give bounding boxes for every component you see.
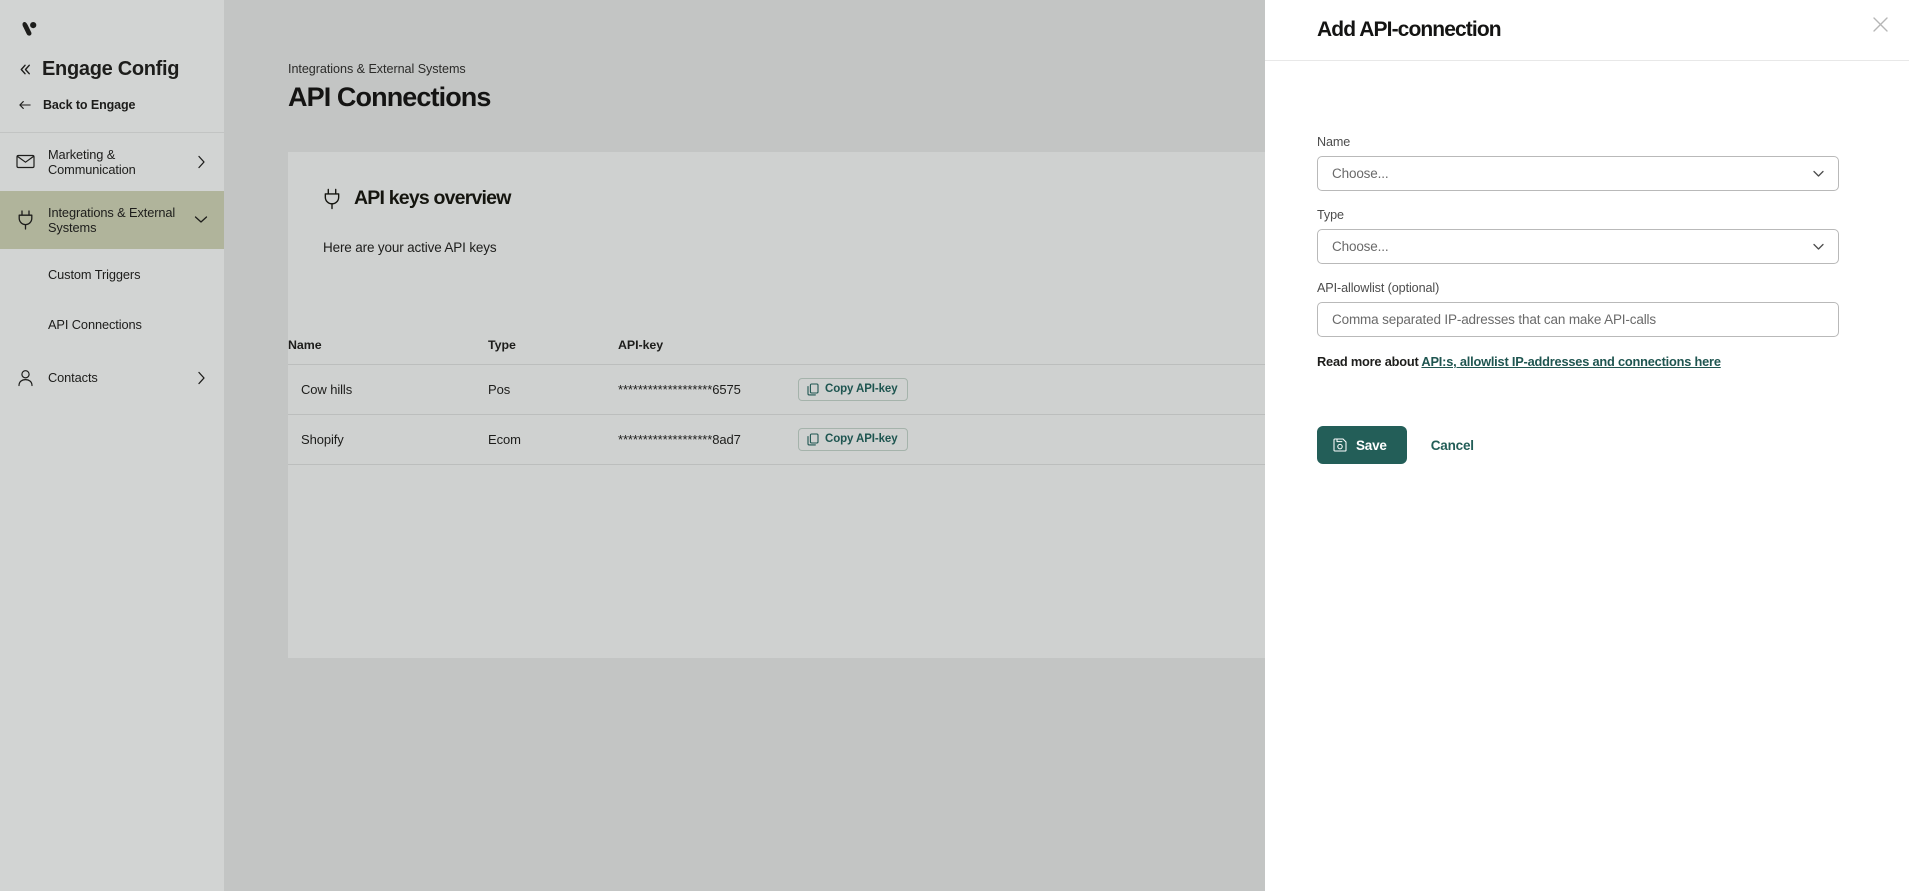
- chevron-down-icon: [194, 215, 208, 224]
- cell-copy-action: Copy API-key: [798, 364, 958, 414]
- app-logo[interactable]: [18, 14, 206, 48]
- vaimo-logo-icon: [18, 20, 46, 42]
- chevron-down-icon: [1811, 239, 1826, 254]
- back-to-engage-label: Back to Engage: [43, 98, 135, 112]
- chevron-down-icon: [1811, 166, 1826, 181]
- cell-type: Pos: [488, 364, 618, 414]
- save-button-label: Save: [1356, 438, 1387, 453]
- cell-name: Shopify: [288, 414, 488, 464]
- copy-api-key-label: Copy API-key: [825, 433, 898, 445]
- name-select-value: Choose...: [1332, 166, 1811, 181]
- card-title: API keys overview: [354, 187, 511, 210]
- copy-api-key-label: Copy API-key: [825, 383, 898, 395]
- field-api-allowlist: API-allowlist (optional): [1317, 281, 1861, 337]
- copy-api-key-button[interactable]: Copy API-key: [798, 378, 908, 401]
- type-select-value: Choose...: [1332, 239, 1811, 254]
- app-root: Engage Config Back to Engage Marketing &…: [0, 0, 1909, 891]
- sidebar-title: Engage Config: [42, 58, 179, 81]
- plug-icon: [323, 188, 341, 210]
- sidebar-item-marketing-communication[interactable]: Marketing & Communication: [0, 133, 224, 191]
- copy-api-key-button[interactable]: Copy API-key: [798, 428, 908, 451]
- column-header-type: Type: [488, 330, 618, 364]
- sidebar-item-custom-triggers[interactable]: Custom Triggers: [0, 249, 224, 299]
- field-type: Type Choose...: [1317, 208, 1861, 264]
- column-header-name: Name: [288, 330, 488, 364]
- save-button[interactable]: Save: [1317, 426, 1407, 464]
- page-title: API Connections: [288, 82, 491, 113]
- chevron-right-icon: [194, 371, 208, 385]
- envelope-icon: [14, 154, 36, 169]
- copy-icon: [807, 433, 819, 446]
- sidebar-header: Engage Config Back to Engage: [0, 0, 224, 132]
- sidebar-item-contacts[interactable]: Contacts: [0, 349, 224, 407]
- double-chevron-left-icon[interactable]: [18, 62, 33, 77]
- column-header-actions: [798, 330, 958, 364]
- cell-api-key: *******************8ad7: [618, 414, 798, 464]
- cell-name: Cow hills: [288, 364, 488, 414]
- type-select[interactable]: Choose...: [1317, 229, 1839, 264]
- breadcrumb: Integrations & External Systems: [288, 62, 466, 76]
- cancel-button[interactable]: Cancel: [1417, 426, 1488, 464]
- sidebar-item-api-connections[interactable]: API Connections: [0, 299, 224, 349]
- sidebar-item-label: API Connections: [48, 317, 224, 332]
- field-label-type: Type: [1317, 208, 1861, 222]
- cell-type: Ecom: [488, 414, 618, 464]
- sidebar-item-label: Integrations & External Systems: [48, 205, 182, 235]
- cell-copy-action: Copy API-key: [798, 414, 958, 464]
- copy-icon: [807, 383, 819, 396]
- api-allowlist-input[interactable]: [1332, 312, 1826, 327]
- sidebar-nav: Marketing & Communication Integrations &…: [0, 133, 224, 407]
- arrow-left-icon: [18, 99, 32, 111]
- sidebar-item-label: Contacts: [48, 370, 182, 385]
- close-icon[interactable]: [1869, 13, 1891, 35]
- api-allowlist-input-wrap[interactable]: [1317, 302, 1839, 337]
- cell-api-key: *******************6575: [618, 364, 798, 414]
- panel-header: Add API-connection: [1265, 0, 1909, 61]
- field-label-name: Name: [1317, 135, 1861, 149]
- field-name: Name Choose...: [1317, 135, 1861, 191]
- plug-icon: [14, 210, 36, 230]
- column-header-api-key: API-key: [618, 330, 798, 364]
- back-to-engage-link[interactable]: Back to Engage: [18, 98, 206, 112]
- panel-body: Name Choose... Type Choose...: [1265, 61, 1909, 464]
- floppy-disk-icon: [1333, 438, 1347, 452]
- sidebar: Engage Config Back to Engage Marketing &…: [0, 0, 224, 891]
- panel-actions: Save Cancel: [1317, 426, 1861, 464]
- sidebar-title-row: Engage Config: [18, 58, 206, 81]
- sidebar-item-label: Marketing & Communication: [48, 147, 182, 177]
- field-label-api-allowlist: API-allowlist (optional): [1317, 281, 1861, 295]
- sidebar-item-label: Custom Triggers: [48, 267, 224, 282]
- name-select[interactable]: Choose...: [1317, 156, 1839, 191]
- add-api-connection-panel: Add API-connection Name Choose... Type: [1265, 0, 1909, 891]
- sidebar-item-integrations-external-systems[interactable]: Integrations & External Systems: [0, 191, 224, 249]
- panel-title: Add API-connection: [1317, 18, 1501, 42]
- chevron-right-icon: [194, 155, 208, 169]
- read-more-link[interactable]: API:s, allowlist IP-addresses and connec…: [1421, 354, 1720, 369]
- read-more-prefix: Read more about: [1317, 354, 1421, 369]
- read-more-text: Read more about API:s, allowlist IP-addr…: [1317, 354, 1861, 369]
- person-icon: [14, 369, 36, 387]
